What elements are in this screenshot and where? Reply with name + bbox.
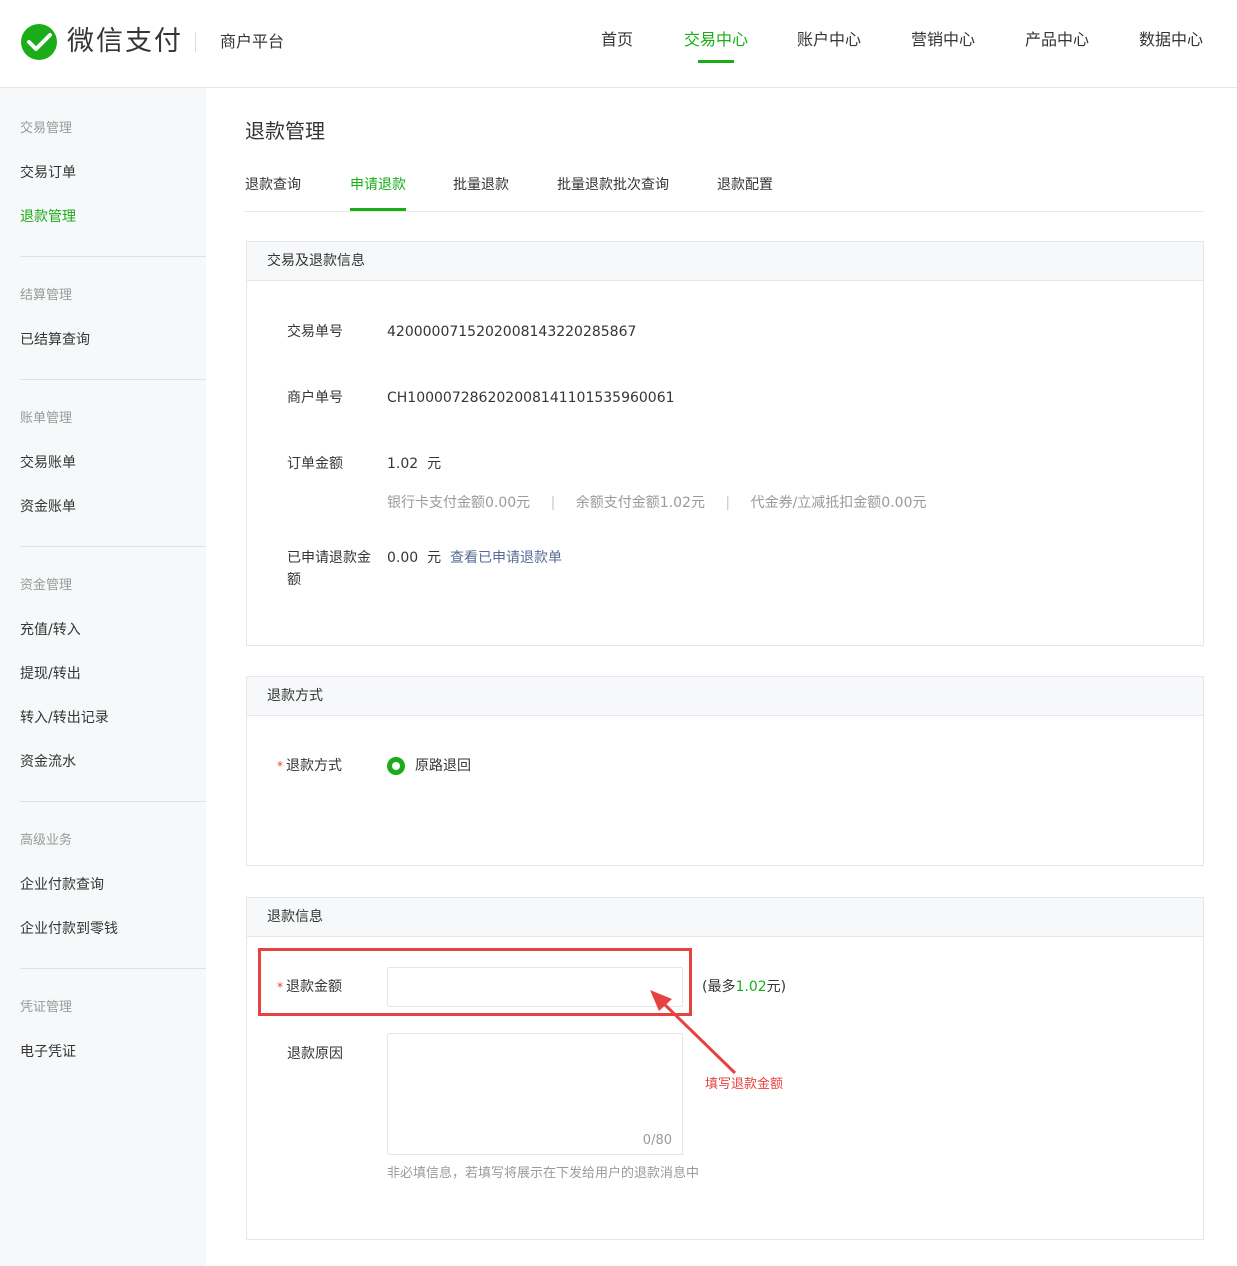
brand-name[interactable]: 微信支付: [67, 24, 183, 60]
sidebar-group-title: 交易管理: [20, 121, 73, 136]
payment-breakdown: 银行卡支付金额0.00元 | 余额支付金额1.02元 | 代金券/立减抵扣金额0…: [387, 492, 926, 514]
sidebar-item-enterprise-pay-change[interactable]: 企业付款到零钱: [20, 919, 118, 939]
refund-method-label: * 退款方式: [277, 755, 342, 777]
refunded-amount-label: 已申请退款金 额: [287, 547, 371, 591]
refund-method-label-text: 退款方式: [286, 758, 342, 774]
original-route-label[interactable]: 原路退回: [415, 755, 471, 777]
sidebar-item-e-voucher[interactable]: 电子凭证: [20, 1042, 76, 1062]
sidebar-group-title: 账单管理: [20, 411, 73, 426]
nav-data-center[interactable]: 数据中心: [1139, 28, 1203, 52]
tab-batch-refund-query[interactable]: 批量退款批次查询: [557, 175, 669, 195]
annotation-highlight-box: [258, 948, 692, 1016]
tab-batch-refund[interactable]: 批量退款: [453, 175, 509, 195]
trade-no-label: 交易单号: [287, 324, 343, 340]
nav-home[interactable]: 首页: [601, 28, 633, 52]
nav-account-center[interactable]: 账户中心: [797, 28, 861, 52]
sidebar-item-trade-orders[interactable]: 交易订单: [20, 163, 76, 183]
sidebar-item-enterprise-pay-query[interactable]: 企业付款查询: [20, 875, 104, 895]
refunded-amount-value: 0.00 元: [387, 547, 441, 569]
brand-subtitle: 商户平台: [220, 32, 285, 51]
nav-active-underline: [698, 60, 734, 63]
refunded-amount-number: 0.00: [387, 550, 419, 566]
tab-active-underline: [350, 208, 406, 211]
original-route-radio[interactable]: [387, 757, 405, 775]
sidebar-divider: [20, 379, 206, 380]
order-amount-label: 订单金额: [287, 456, 343, 472]
sidebar-item-fund-flow[interactable]: 资金流水: [20, 752, 76, 772]
voucher-amount: 代金券/立减抵扣金额0.00元: [750, 495, 927, 511]
merchant-no-label: 商户单号: [287, 390, 343, 406]
order-amount-value: 1.02 元: [387, 453, 441, 475]
tab-bar: 退款查询 申请退款 批量退款 批量退款批次查询 退款配置: [245, 171, 1203, 212]
panel-header: 交易及退款信息: [247, 242, 1203, 281]
sidebar-item-trade-bill[interactable]: 交易账单: [20, 453, 76, 473]
panel-header: 退款信息: [247, 898, 1203, 937]
page-title: 退款管理: [245, 119, 325, 143]
wechat-pay-logo-icon[interactable]: [20, 24, 58, 60]
tab-apply-refund[interactable]: 申请退款: [350, 175, 406, 195]
sidebar-item-withdraw[interactable]: 提现/转出: [20, 664, 81, 684]
sidebar-item-fund-bill[interactable]: 资金账单: [20, 497, 76, 517]
refunded-label-line2: 额: [287, 572, 301, 588]
sidebar-divider: [20, 546, 206, 547]
currency-unit: 元: [427, 456, 442, 472]
trade-no-value: 4200000715202008143220285867: [387, 324, 637, 340]
nav-marketing-center[interactable]: 营销中心: [911, 28, 975, 52]
refund-reason-label: 退款原因: [287, 1046, 343, 1062]
refund-reason-hint: 非必填信息，若填写将展示在下发给用户的退款消息中: [387, 1166, 700, 1181]
sidebar-item-recharge[interactable]: 充值/转入: [20, 620, 81, 640]
balance-amount: 余额支付金额1.02元: [575, 495, 705, 511]
sidebar-group-title: 高级业务: [20, 833, 73, 848]
refund-reason-textarea[interactable]: 0/80: [387, 1033, 683, 1155]
refund-method-panel: 退款方式 * 退款方式 原路退回: [246, 676, 1204, 866]
annotation-arrow-icon: [650, 990, 737, 1075]
sidebar: 交易管理 交易订单 退款管理 结算管理 已结算查询 账单管理 交易账单 资金账单…: [0, 88, 206, 1266]
currency-unit: 元: [427, 550, 442, 566]
nav-trade-center[interactable]: 交易中心: [684, 28, 748, 52]
merchant-no-value: CH1000072862020081411015359600​61: [387, 390, 675, 406]
bank-card-amount: 银行卡支付金额0.00元: [387, 495, 531, 511]
sidebar-item-refund-management[interactable]: 退款管理: [20, 207, 76, 227]
sidebar-group-title: 资金管理: [20, 578, 73, 593]
brand-divider: [195, 32, 196, 52]
nav-product-center[interactable]: 产品中心: [1025, 28, 1089, 52]
view-refund-orders-link[interactable]: 查看已申请退款单: [450, 547, 562, 569]
sidebar-item-settled-query[interactable]: 已结算查询: [20, 330, 90, 350]
trade-info-panel: 交易及退款信息 交易单号 420000071520200814322028586…: [246, 241, 1204, 646]
breakdown-separator: |: [725, 495, 731, 511]
max-suffix: 元): [766, 979, 787, 995]
refunded-label-line1: 已申请退款金: [287, 550, 371, 566]
sidebar-divider: [20, 801, 206, 802]
sidebar-group-title: 凭证管理: [20, 1000, 73, 1015]
sidebar-item-transfer-records[interactable]: 转入/转出记录: [20, 708, 109, 728]
sidebar-group-title: 结算管理: [20, 288, 73, 303]
sidebar-divider: [20, 256, 206, 257]
required-mark: *: [277, 759, 283, 773]
top-header: 微信支付 商户平台 首页 交易中心 账户中心 营销中心 产品中心 数据中心: [0, 0, 1237, 88]
reason-char-counter: 0/80: [642, 1133, 672, 1148]
order-amount-number: 1.02: [387, 456, 419, 472]
breakdown-separator: |: [550, 495, 556, 511]
annotation-label: 填写退款金额: [705, 1077, 784, 1092]
panel-header: 退款方式: [247, 677, 1203, 716]
tab-refund-config[interactable]: 退款配置: [717, 175, 773, 195]
tab-refund-query[interactable]: 退款查询: [245, 175, 301, 195]
sidebar-divider: [20, 968, 206, 969]
